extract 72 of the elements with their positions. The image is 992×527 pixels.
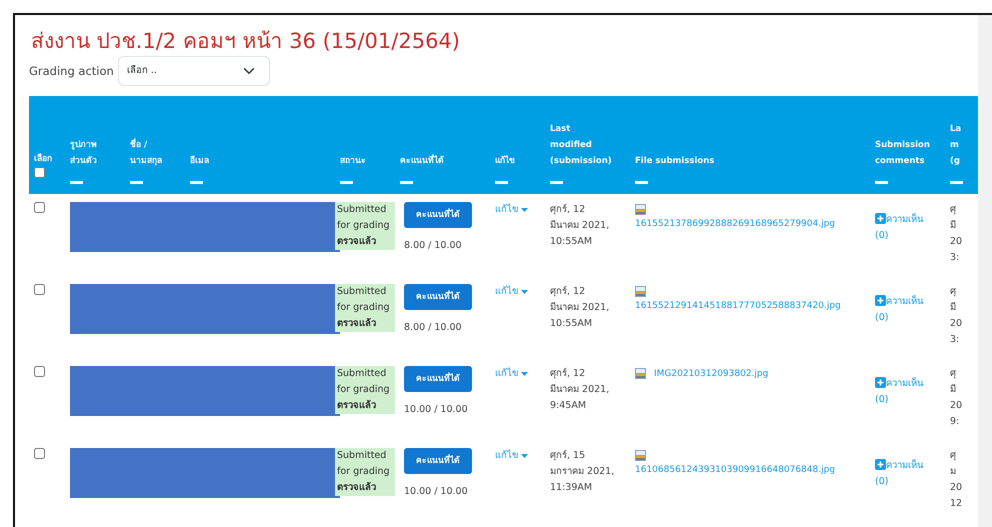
column-header[interactable]: คะแนนที่ได้ <box>400 153 485 170</box>
collapse-icon[interactable] <box>495 181 508 184</box>
modified-date: ศุกร์, 12 มีนาคม 2021, 9:45AM <box>550 368 610 412</box>
plus-icon <box>875 295 886 306</box>
comment-count: (0) <box>875 394 888 406</box>
grade-button[interactable]: คะแนนที่ได้ <box>404 366 472 392</box>
grading-action-label: Grading action <box>29 62 114 80</box>
collapse-icon[interactable] <box>875 181 888 184</box>
collapse-icon[interactable] <box>340 181 353 184</box>
file-link[interactable]: 161552129141451881777052588837420.jpg <box>635 298 865 314</box>
status-label: Submitted for grading ตรวจแล้ว <box>335 284 395 332</box>
plus-icon <box>875 213 886 224</box>
column-header[interactable]: สถานะ <box>340 153 390 170</box>
column-header[interactable]: File submissions <box>635 153 865 170</box>
collapse-icon[interactable] <box>190 181 203 184</box>
page-title: ส่งงาน ปวช.1/2 คอมฯ หน้า 36 (15/01/2564) <box>31 29 461 54</box>
grade-text: 8.00 / 10.00 <box>404 239 463 254</box>
row-checkbox[interactable] <box>34 448 45 460</box>
table-cell: ศุ มี 20 3: <box>950 286 962 346</box>
edit-dropdown-link[interactable]: แก้ไข <box>495 286 528 298</box>
column-header[interactable]: อีเมล <box>190 153 330 170</box>
comments-link[interactable]: ความเห็น <box>875 214 923 226</box>
image-file-icon <box>635 450 646 462</box>
collapse-icon[interactable] <box>950 181 963 184</box>
comments-link[interactable]: ความเห็น <box>875 460 923 472</box>
collapse-icon[interactable] <box>550 181 563 184</box>
column-header[interactable]: แก้ไข <box>495 153 540 170</box>
status-label: Submitted for grading ตรวจแล้ว <box>335 366 395 414</box>
comments-link[interactable]: ความเห็น <box>875 296 923 308</box>
row-checkbox[interactable] <box>34 366 45 378</box>
row-checkbox[interactable] <box>34 202 45 214</box>
caret-icon <box>521 372 528 376</box>
table-cell: ศุ ม 20 12 <box>950 450 962 510</box>
file-link[interactable]: IMG20210312093802.jpg <box>654 366 768 382</box>
grade-text: 10.00 / 10.00 <box>404 485 469 500</box>
comment-count: (0) <box>875 230 888 242</box>
edit-dropdown-link[interactable]: แก้ไข <box>495 450 528 462</box>
grade-button[interactable]: คะแนนที่ได้ <box>404 202 472 228</box>
grade-text: 8.00 / 10.00 <box>404 321 463 336</box>
grade-text: 10.00 / 10.00 <box>404 403 469 418</box>
image-file-icon <box>635 368 646 380</box>
row-checkbox[interactable] <box>34 284 45 296</box>
select-all-label: เลือก <box>34 154 52 164</box>
collapse-icon[interactable] <box>400 181 413 184</box>
status-label: Submitted for grading ตรวจแล้ว <box>335 202 395 250</box>
image-file-icon <box>635 204 646 216</box>
table-cell: ศุ มี 20 9: <box>950 368 962 428</box>
comment-count: (0) <box>875 312 888 324</box>
file-link[interactable]: 16106856124393103909916648076848.jpg <box>635 462 865 478</box>
collapse-icon[interactable] <box>635 181 648 184</box>
plus-icon <box>875 459 886 470</box>
plus-icon <box>875 377 886 388</box>
comment-count: (0) <box>875 476 888 488</box>
modified-date: ศุกร์, 12 มีนาคม 2021, 10:55AM <box>550 204 610 248</box>
select-all-checkbox[interactable] <box>34 167 45 178</box>
edit-dropdown-link[interactable]: แก้ไข <box>495 368 528 380</box>
grade-button[interactable]: คะแนนที่ได้ <box>404 448 472 474</box>
caret-icon <box>521 290 528 294</box>
image-file-icon <box>635 286 646 298</box>
grade-button[interactable]: คะแนนที่ได้ <box>404 284 472 310</box>
modified-date: ศุกร์, 12 มีนาคม 2021, 10:55AM <box>550 286 610 330</box>
collapse-icon[interactable] <box>130 181 143 184</box>
caret-icon <box>521 208 528 212</box>
comments-link[interactable]: ความเห็น <box>875 378 923 390</box>
edit-dropdown-link[interactable]: แก้ไข <box>495 204 528 216</box>
modified-date: ศุกร์, 15 มกราคม 2021, 11:39AM <box>550 450 614 494</box>
table-cell: ศุ มี 20 3: <box>950 204 962 264</box>
file-link[interactable]: 16155213786992888269168965279904.jpg <box>635 216 865 232</box>
status-label: Submitted for grading ตรวจแล้ว <box>335 448 395 496</box>
collapse-icon[interactable] <box>70 181 83 184</box>
caret-icon <box>521 454 528 458</box>
grading-action-select[interactable]: เลือก .. <box>118 56 270 86</box>
